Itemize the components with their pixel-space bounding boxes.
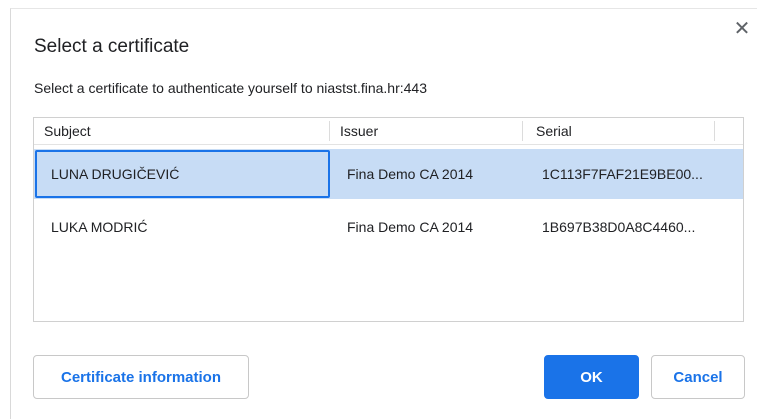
cancel-button[interactable]: Cancel — [651, 355, 745, 399]
cell-serial: 1C113F7FAF21E9BE00... — [542, 166, 703, 182]
close-icon[interactable]: ✕ — [729, 16, 755, 42]
column-separator[interactable] — [714, 121, 715, 141]
column-header-serial[interactable]: Serial — [536, 123, 572, 139]
table-row[interactable]: LUKA MODRIĆ Fina Demo CA 2014 1B697B38D0… — [34, 202, 743, 252]
column-separator[interactable] — [522, 121, 523, 141]
column-separator[interactable] — [329, 121, 330, 141]
column-header-issuer[interactable]: Issuer — [340, 123, 378, 139]
cell-issuer: Fina Demo CA 2014 — [347, 166, 474, 182]
cell-subject: LUKA MODRIĆ — [51, 219, 148, 235]
dialog-subtitle: Select a certificate to authenticate you… — [34, 80, 427, 96]
dialog-title: Select a certificate — [34, 36, 190, 57]
cell-serial: 1B697B38D0A8C4460... — [542, 219, 696, 235]
column-header-subject[interactable]: Subject — [44, 123, 91, 139]
certificate-table: Subject Issuer Serial LUNA DRUGIČEVIĆ Fi… — [33, 117, 744, 322]
table-header: Subject Issuer Serial — [34, 118, 743, 145]
certificate-information-button[interactable]: Certificate information — [33, 355, 249, 399]
table-row[interactable]: LUNA DRUGIČEVIĆ Fina Demo CA 2014 1C113F… — [34, 149, 743, 199]
ok-button[interactable]: OK — [544, 355, 639, 399]
cell-subject: LUNA DRUGIČEVIĆ — [51, 166, 180, 182]
cell-issuer: Fina Demo CA 2014 — [347, 219, 474, 235]
